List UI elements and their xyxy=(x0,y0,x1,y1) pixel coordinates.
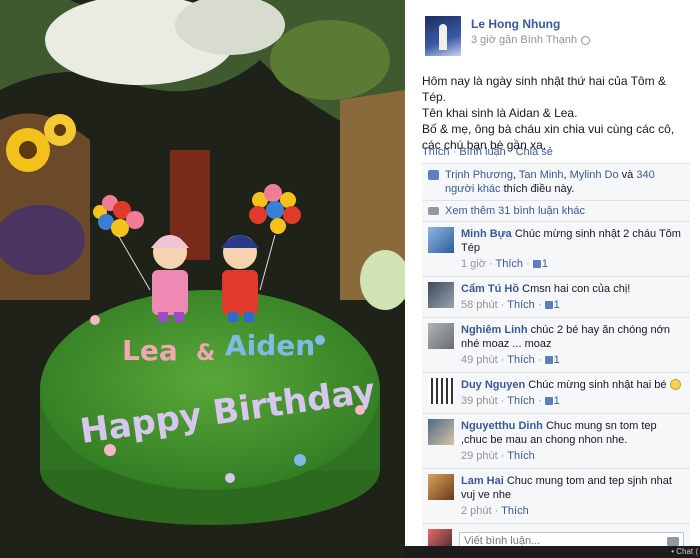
commenter-avatar[interactable] xyxy=(428,227,454,253)
comment-like-button[interactable]: Thích xyxy=(507,450,535,462)
cake-text-lea: Lea xyxy=(122,334,178,367)
thumbs-up-icon xyxy=(544,356,553,364)
comment-item: Cẩm Tú Hồ Cmsn hai con của chị! 58 phút … xyxy=(422,277,690,318)
commenter-name[interactable]: Nguyetthu Dinh xyxy=(461,420,543,432)
view-more-comments[interactable]: Xem thêm 31 bình luận khác xyxy=(422,201,690,222)
comment-like-button[interactable]: Thích xyxy=(507,395,535,407)
author-name[interactable]: Le Hong Nhung xyxy=(471,17,590,31)
comment-like-count[interactable]: 1 xyxy=(544,354,560,366)
globe-icon xyxy=(581,35,591,45)
cake-text-amp: & xyxy=(196,341,215,366)
comment-item: Lam Hai Chuc mung tom and tep sjnh nhat … xyxy=(422,469,690,524)
comment-time[interactable]: 29 phút xyxy=(461,450,498,462)
comment-bubble-icon xyxy=(428,207,439,215)
thumbs-up-icon xyxy=(532,260,541,268)
birthday-cake-illustration: Lea & Aiden Happy Birthday xyxy=(0,0,405,558)
comment-item: Nguyetthu Dinh Chuc mung sn tom tep ,chu… xyxy=(422,414,690,469)
liker-link[interactable]: Tan Minh xyxy=(519,169,564,181)
commenter-avatar[interactable] xyxy=(428,474,454,500)
commenter-name[interactable]: Minh Bựa xyxy=(461,228,512,240)
view-more-comments-label: Xem thêm 31 bình luận khác xyxy=(445,205,586,217)
separator: · xyxy=(452,146,457,158)
comment-item: Nghiêm Linh chúc 2 bé hay ăn chóng nớn n… xyxy=(422,318,690,373)
comment-item: Minh Bựa Chúc mừng sinh nhật 2 cháu Tôm … xyxy=(422,222,690,277)
post-photo[interactable]: Lea & Aiden Happy Birthday xyxy=(0,0,405,558)
post-header: Le Hong Nhung 3 giờ gần Bình Thạnh xyxy=(425,16,591,56)
comment-time[interactable]: 1 giờ xyxy=(461,258,486,270)
comment-like-button[interactable]: Thích xyxy=(496,258,524,270)
liker-link[interactable]: Mylinh Do xyxy=(570,169,619,181)
post-timestamp[interactable]: 3 giờ gần Bình Thạnh xyxy=(471,34,577,46)
post-line: Hôm nay là ngày sinh nhật thứ hai của Tô… xyxy=(422,74,666,104)
commenter-avatar[interactable] xyxy=(428,323,454,349)
camera-icon[interactable] xyxy=(667,536,679,546)
comment-button[interactable]: Bình luận xyxy=(459,146,505,158)
comment-item: Duy Nguyen Chúc mừng sinh nhật hai bé 39… xyxy=(422,373,690,414)
comment-text: Chúc mừng sinh nhật hai bé xyxy=(528,379,667,391)
smiley-emoticon-icon xyxy=(669,379,681,390)
comment-like-count[interactable]: 1 xyxy=(544,299,560,311)
thumbs-up-icon xyxy=(544,397,553,405)
likes-summary: Trịnh Phương, Tan Minh, Mylinh Do và 340… xyxy=(422,164,690,201)
comment-like-count[interactable]: 1 xyxy=(544,395,560,407)
commenter-avatar[interactable] xyxy=(428,419,454,445)
comment-time[interactable]: 58 phút xyxy=(461,299,498,311)
commenter-name[interactable]: Cẩm Tú Hồ xyxy=(461,283,519,295)
comment-like-count[interactable]: 1 xyxy=(532,258,548,270)
commenter-name[interactable]: Nghiêm Linh xyxy=(461,324,528,336)
post-line: Tên khai sinh là Aidan & Lea. xyxy=(422,106,578,120)
separator: · xyxy=(508,146,513,158)
chat-tab[interactable]: • Chat ( xyxy=(671,547,698,556)
feedback-box: Trịnh Phương, Tan Minh, Mylinh Do và 340… xyxy=(422,163,690,558)
author-avatar[interactable] xyxy=(425,16,461,56)
cake-text-aiden: Aiden xyxy=(225,329,315,362)
comment-text: Cmsn hai con của chị! xyxy=(522,283,631,295)
commenter-avatar[interactable] xyxy=(428,378,454,404)
commenter-avatar[interactable] xyxy=(428,282,454,308)
thumbs-up-icon xyxy=(428,170,439,180)
share-button[interactable]: Chia sẻ xyxy=(516,146,553,158)
comment-time[interactable]: 39 phút xyxy=(461,395,498,407)
liker-link[interactable]: Trịnh Phương xyxy=(445,169,513,181)
comment-like-button[interactable]: Thích xyxy=(507,299,535,311)
post-meta: 3 giờ gần Bình Thạnh xyxy=(471,34,591,46)
post-panel: Le Hong Nhung 3 giờ gần Bình Thạnh Hôm n… xyxy=(405,0,700,558)
post-text: Hôm nay là ngày sinh nhật thứ hai của Tô… xyxy=(422,73,684,153)
thumbs-up-icon xyxy=(544,301,553,309)
post-actions: Thích · Bình luận · Chia sẻ xyxy=(422,146,553,158)
comment-time[interactable]: 49 phút xyxy=(461,354,498,366)
bottom-bar xyxy=(405,546,700,558)
like-button[interactable]: Thích xyxy=(422,146,450,158)
comment-like-button[interactable]: Thích xyxy=(507,354,535,366)
commenter-name[interactable]: Lam Hai xyxy=(461,475,504,487)
comment-time[interactable]: 2 phút xyxy=(461,505,492,517)
comment-like-button[interactable]: Thích xyxy=(501,505,529,517)
commenter-name[interactable]: Duy Nguyen xyxy=(461,379,525,391)
